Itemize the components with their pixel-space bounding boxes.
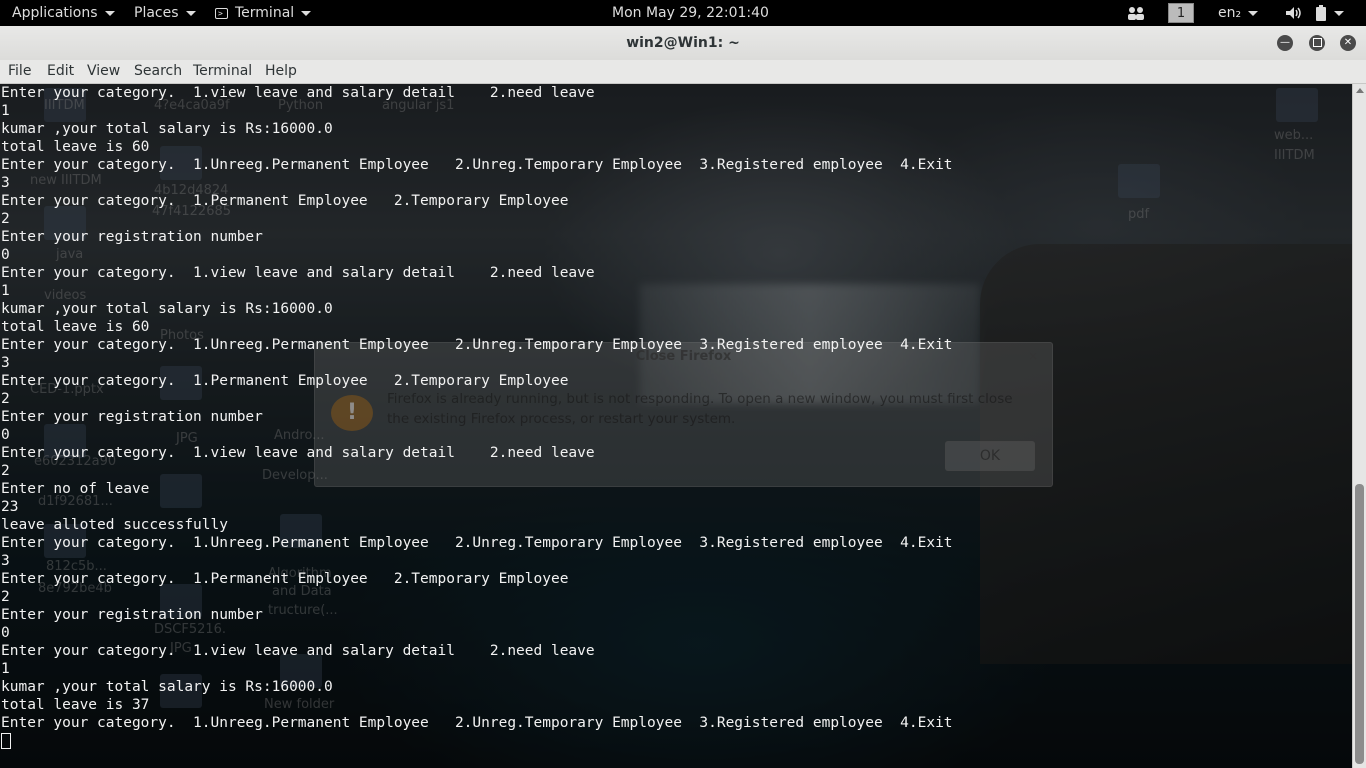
chevron-down-icon — [104, 10, 115, 16]
terminal-area[interactable]: IIITDM 4?e4ca0a9f Python angular js1 web… — [0, 84, 1352, 768]
terminal-line: Enter your category. 1.Permanent Employe… — [1, 373, 569, 389]
workspace-indicator[interactable]: 1 — [1168, 0, 1194, 26]
terminal-output: Enter your category. 1.view leave and sa… — [1, 84, 1351, 750]
minimize-button[interactable]: — — [1277, 35, 1293, 51]
terminal-line: Enter your category. 1.Unreeg.Permanent … — [1, 535, 953, 551]
minimize-icon: — — [1280, 37, 1290, 48]
terminal-app-label: Terminal — [235, 5, 295, 21]
terminal-line: kumar ,your total salary is Rs:16000.0 — [1, 301, 333, 317]
scrollbar-thumb[interactable] — [1355, 484, 1364, 764]
chevron-down-icon — [1334, 10, 1344, 16]
terminal-line: 3 — [1, 553, 10, 569]
terminal-line: 0 — [1, 625, 10, 641]
terminal-line: 3 — [1, 355, 10, 371]
applications-label: Applications — [12, 5, 98, 21]
terminal-line: Enter your registration number — [1, 607, 263, 623]
clock[interactable]: Mon May 29, 22:01:40 — [612, 0, 769, 26]
terminal-line: 2 — [1, 463, 10, 479]
terminal-line: Enter your registration number — [1, 409, 263, 425]
places-menu[interactable]: Places — [134, 0, 196, 26]
terminal-line: Enter your category. 1.Permanent Employe… — [1, 193, 569, 209]
terminal-line: Enter your category. 1.view leave and sa… — [1, 643, 595, 659]
maximize-button[interactable] — [1309, 35, 1325, 51]
terminal-line: 1 — [1, 103, 10, 119]
terminal-line: Enter no of leave — [1, 481, 150, 497]
menu-help[interactable]: Help — [265, 60, 297, 82]
terminal-line: 2 — [1, 211, 10, 227]
terminal-line: Enter your category. 1.view leave and sa… — [1, 265, 595, 281]
chevron-down-icon — [1248, 10, 1259, 16]
menu-search[interactable]: Search — [134, 60, 182, 82]
terminal-line: Enter your category. 1.view leave and sa… — [1, 445, 595, 461]
terminal-line: 1 — [1, 661, 10, 677]
terminal-line: 1 — [1, 283, 10, 299]
terminal-line: kumar ,your total salary is Rs:16000.0 — [1, 679, 333, 695]
workspace-number: 1 — [1168, 3, 1194, 23]
menu-view[interactable]: View — [87, 60, 120, 82]
terminal-line: Enter your category. 1.Permanent Employe… — [1, 571, 569, 587]
terminal-line: kumar ,your total salary is Rs:16000.0 — [1, 121, 333, 137]
menu-file[interactable]: File — [8, 60, 31, 82]
terminal-line: Enter your category. 1.Unreeg.Permanent … — [1, 157, 953, 173]
terminal-input-line[interactable] — [1, 732, 1351, 750]
people-icon — [1128, 7, 1144, 20]
window-title: win2@Win1: ~ — [626, 35, 740, 51]
terminal-line: 23 — [1, 499, 19, 515]
volume-indicator[interactable] — [1285, 0, 1303, 26]
places-label: Places — [134, 5, 179, 21]
keyboard-layout-label: en₂ — [1218, 5, 1242, 21]
top-bar: Applications Places > Terminal Mon May 29… — [0, 0, 1366, 26]
applications-menu[interactable]: Applications — [12, 0, 115, 26]
terminal-line: 2 — [1, 589, 10, 605]
menu-terminal[interactable]: Terminal — [193, 60, 252, 82]
close-icon: ✕ — [1343, 37, 1353, 48]
terminal-line: Enter your registration number — [1, 229, 263, 245]
terminal-line: total leave is 60 — [1, 139, 150, 155]
terminal-line: Enter your category. 1.Unreeg.Permanent … — [1, 337, 953, 353]
battery-icon — [1316, 5, 1326, 21]
chevron-down-icon — [185, 10, 196, 16]
terminal-cursor — [1, 733, 11, 749]
terminal-line: total leave is 60 — [1, 319, 150, 335]
volume-icon — [1286, 7, 1301, 19]
chevron-down-icon — [301, 10, 312, 16]
terminal-line: Enter your category. 1.view leave and sa… — [1, 85, 595, 101]
terminal-line: 0 — [1, 247, 10, 263]
terminal-line: 0 — [1, 427, 10, 443]
scroll-up-arrow-icon[interactable] — [1356, 88, 1364, 93]
terminal-line: 2 — [1, 391, 10, 407]
terminal-line: Enter your category. 1.Unreeg.Permanent … — [1, 715, 953, 731]
clock-label: Mon May 29, 22:01:40 — [612, 5, 769, 21]
terminal-scrollbar[interactable] — [1352, 84, 1366, 768]
keyboard-layout-menu[interactable]: en₂ — [1218, 0, 1259, 26]
terminal-icon: > — [215, 7, 228, 19]
maximize-icon — [1312, 38, 1322, 47]
people-indicator[interactable] — [1127, 0, 1145, 26]
terminal-line: 3 — [1, 175, 10, 191]
menu-bar: File Edit View Search Terminal Help — [0, 60, 1366, 84]
system-menu[interactable] — [1315, 0, 1344, 26]
terminal-line: total leave is 37 — [1, 697, 150, 713]
menu-edit[interactable]: Edit — [47, 60, 74, 82]
window-titlebar[interactable]: win2@Win1: ~ — ✕ — [0, 26, 1366, 61]
terminal-app-menu[interactable]: > Terminal — [215, 0, 312, 26]
close-button[interactable]: ✕ — [1340, 35, 1356, 51]
terminal-line: leave alloted successfully — [1, 517, 228, 533]
